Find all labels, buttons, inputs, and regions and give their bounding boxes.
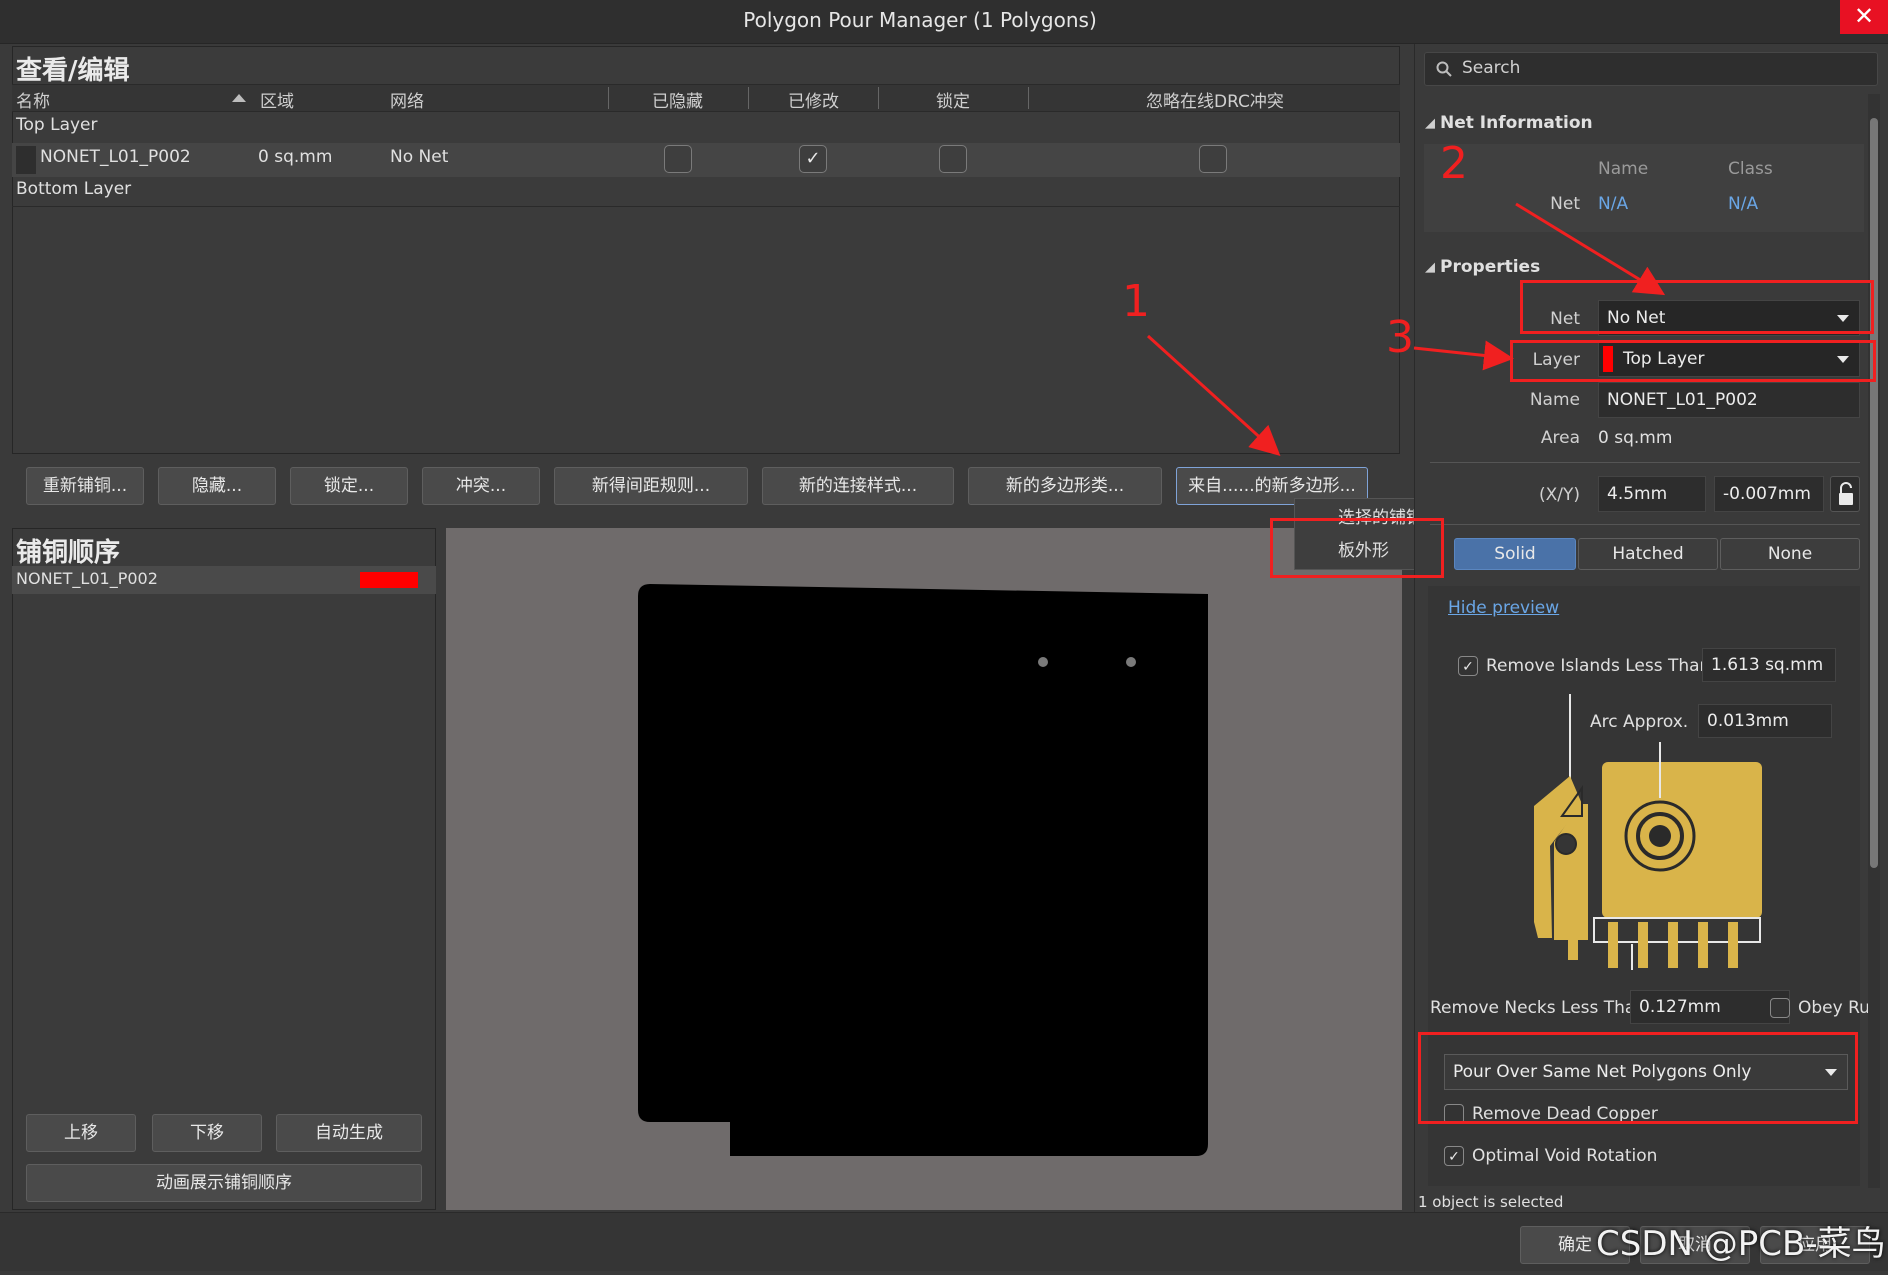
close-button[interactable]: ✕ [1840,0,1888,34]
hide-button[interactable]: 隐藏... [158,467,276,505]
move-down-button[interactable]: 下移 [152,1114,262,1152]
checkmark-icon: ✓ [1448,1149,1460,1165]
annotation-2: 2 [1440,138,1468,189]
group-bottom-layer[interactable]: Bottom Layer [16,179,131,199]
divider [12,206,1400,207]
table-row[interactable] [12,143,1400,177]
col-modified[interactable]: 已修改 [788,87,839,112]
net-info-box [1424,144,1864,232]
checkmark-icon: ✓ [1462,659,1474,675]
column-divider [1028,87,1029,109]
divider [1430,524,1860,525]
remove-necks-field[interactable]: 0.127mm [1630,990,1790,1024]
fill-mode-solid[interactable]: Solid [1454,538,1576,570]
collapse-arrow-icon[interactable]: ◢ [1425,260,1435,275]
pour-color-swatch [360,572,418,588]
name-field[interactable]: NONET_L01_P002 [1598,382,1860,418]
optimal-void-label: Optimal Void Rotation [1472,1146,1658,1166]
annotation-3: 3 [1386,312,1414,363]
polygon-preview-illustration [1528,692,1768,970]
y-field[interactable]: -0.007mm [1714,476,1824,512]
obey-rules-label: Obey Ru [1798,998,1870,1018]
row-indicator [16,146,36,174]
fill-mode-hatched[interactable]: Hatched [1578,538,1718,570]
xy-label: (X/Y) [1538,485,1580,505]
hide-preview-link[interactable]: Hide preview [1448,598,1559,618]
status-text: 1 object is selected [1418,1193,1564,1211]
column-divider [878,87,879,109]
net-info-row-label: Net [1550,194,1580,214]
annotation-box-pour-over [1418,1032,1858,1124]
annotation-box-layer [1510,340,1876,382]
pour-order-panel [12,528,436,1210]
move-up-button[interactable]: 上移 [26,1114,136,1152]
row-net: No Net [390,147,449,167]
properties-title[interactable]: Properties [1440,257,1540,277]
area-label: Area [1540,428,1580,448]
annotation-box-menu [1270,518,1444,578]
new-polygon-class-button[interactable]: 新的多边形类... [968,467,1162,505]
col-area[interactable]: 区域 [260,87,294,112]
window-title: Polygon Pour Manager (1 Polygons) [743,8,1097,32]
search-icon [1436,61,1452,77]
lock-icon[interactable] [1830,476,1860,512]
annotation-box-net [1520,280,1874,334]
column-divider [748,87,749,109]
view-edit-title: 查看/编辑 [16,56,130,86]
x-field[interactable]: 4.5mm [1598,476,1706,512]
lock-button[interactable]: 锁定... [290,467,408,505]
col-ignore-drc[interactable]: 忽略在线DRC冲突 [1146,87,1284,112]
net-information-title[interactable]: Net Information [1440,113,1593,133]
search-placeholder: Search [1462,58,1521,78]
annotation-1: 1 [1122,276,1150,327]
group-top-layer[interactable]: Top Layer [16,115,98,135]
pour-order-item: NONET_L01_P002 [16,569,158,588]
repour-button[interactable]: 重新铺铜... [26,467,144,505]
scrollbar-thumb[interactable] [1870,118,1878,868]
col-net[interactable]: 网络 [390,87,424,112]
violations-button[interactable]: 冲突... [422,467,540,505]
animate-pour-order-button[interactable]: 动画展示铺铜顺序 [26,1164,422,1202]
column-divider [608,87,609,109]
optimal-void-checkbox[interactable]: ✓ [1444,1146,1464,1166]
name-label: Name [1529,390,1580,410]
divider [1430,462,1860,463]
row-area: 0 sq.mm [258,147,333,167]
net-info-name-value[interactable]: N/A [1598,194,1628,214]
remove-necks-label: Remove Necks Less Than [1430,998,1647,1018]
fill-mode-none[interactable]: None [1720,538,1860,570]
col-locked[interactable]: 锁定 [936,87,970,112]
remove-islands-field[interactable]: 1.613 sq.mm [1702,648,1836,682]
ignore-drc-checkbox[interactable] [1199,145,1227,173]
net-info-col-name: Name [1598,159,1649,179]
col-name[interactable]: 名称 [16,87,50,112]
remove-islands-checkbox[interactable]: ✓ [1458,656,1478,676]
row-name: NONET_L01_P002 [40,147,191,167]
net-info-class-value[interactable]: N/A [1728,194,1758,214]
new-connect-style-button[interactable]: 新的连接样式... [762,467,954,505]
modified-checkbox[interactable]: ✓ [799,145,827,173]
board-shape [638,584,1210,1156]
net-info-col-class: Class [1728,159,1773,179]
col-hidden[interactable]: 已隐藏 [652,87,703,112]
remove-islands-label: Remove Islands Less Than [1486,656,1711,676]
auto-generate-button[interactable]: 自动生成 [276,1114,422,1152]
area-value: 0 sq.mm [1598,428,1673,448]
checkmark-icon: ✓ [805,148,821,169]
new-clearance-rule-button[interactable]: 新得间距规则... [554,467,748,505]
obey-rules-checkbox[interactable] [1770,998,1790,1018]
hidden-checkbox[interactable] [664,145,692,173]
watermark: CSDN @PCB-菜鸟 [1596,1224,1886,1264]
sort-ascending-icon [232,94,246,102]
locked-checkbox[interactable] [939,145,967,173]
collapse-arrow-icon[interactable]: ◢ [1425,116,1435,131]
pour-order-title: 铺铜顺序 [16,538,121,568]
board-shape-svg [638,584,1208,1156]
